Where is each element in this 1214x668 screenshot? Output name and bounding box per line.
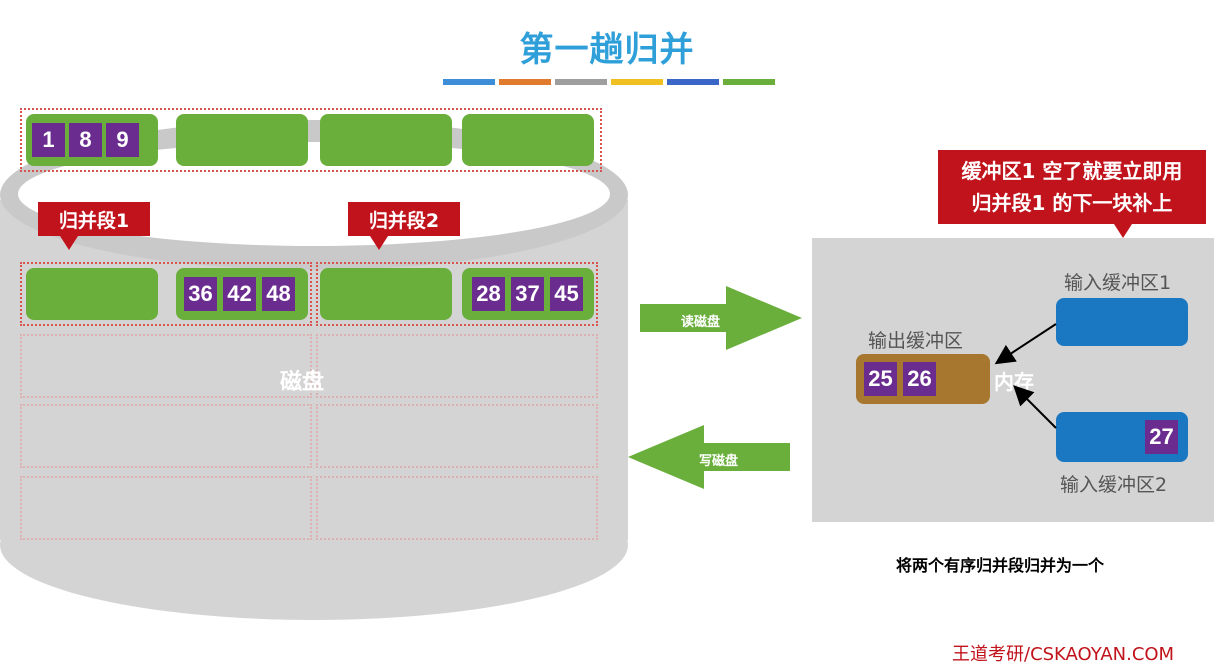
write-disk-label: 写磁盘 xyxy=(699,454,739,469)
input-buffer2-label: 输入缓冲区2 xyxy=(1060,474,1168,496)
refill-callout: 缓冲区1 空了就要立即用 归并段1 的下一块补上 xyxy=(938,150,1206,224)
top-block-3 xyxy=(320,114,452,166)
faded-row xyxy=(316,476,598,540)
faded-row xyxy=(20,404,312,468)
disk-label: 磁盘 xyxy=(280,370,325,395)
segment2-block-b: 28 37 45 xyxy=(462,268,594,320)
diagram-caption: 将两个有序归并段归并为一个 xyxy=(896,556,1105,575)
read-disk-arrow xyxy=(640,286,802,350)
record-cell: 9 xyxy=(106,123,139,157)
segment2-callout: 归并段2 xyxy=(348,202,460,236)
page-title: 第一趟归并 xyxy=(519,30,695,70)
strip-segment xyxy=(443,79,495,85)
strip-segment xyxy=(667,79,719,85)
segment2-label: 归并段2 xyxy=(368,209,440,232)
segment1-label: 归并段1 xyxy=(58,209,130,232)
input-buffer1 xyxy=(1056,298,1188,346)
record-cell: 45 xyxy=(550,277,583,311)
segment1-block-a xyxy=(26,268,158,320)
footer-brand: 王道考研/CSKAOYAN.COM xyxy=(952,644,1175,665)
top-block-2 xyxy=(176,114,308,166)
read-disk-label: 读磁盘 xyxy=(681,315,721,330)
segment1-callout-tail xyxy=(60,236,78,250)
refill-callout-tail xyxy=(1114,224,1132,238)
faded-row xyxy=(316,404,598,468)
strip-segment xyxy=(555,79,607,85)
record-cell: 26 xyxy=(903,362,936,396)
record-cell: 42 xyxy=(223,277,256,311)
record-cell: 25 xyxy=(864,362,897,396)
record-cell: 1 xyxy=(32,123,65,157)
refill-callout-line2: 归并段1 的下一块补上 xyxy=(971,191,1173,215)
segment1-callout: 归并段1 xyxy=(38,202,150,236)
faded-row xyxy=(316,334,598,398)
output-buffer: 25 26 xyxy=(856,354,990,404)
strip-segment xyxy=(499,79,551,85)
output-buffer-label: 输出缓冲区 xyxy=(868,330,964,352)
segment2-callout-tail xyxy=(370,236,388,250)
segment1-block-b: 36 42 48 xyxy=(176,268,308,320)
faded-row xyxy=(20,334,312,398)
strip-segment xyxy=(723,79,775,85)
segment2-block-a xyxy=(320,268,452,320)
record-cell: 36 xyxy=(184,277,217,311)
input-buffer2: 27 xyxy=(1056,412,1188,462)
input-buffer1-label: 输入缓冲区1 xyxy=(1064,272,1172,294)
record-cell: 48 xyxy=(262,277,295,311)
strip-segment xyxy=(611,79,663,85)
record-cell: 27 xyxy=(1145,420,1178,454)
top-block-1: 1 8 9 xyxy=(26,114,158,166)
record-cell: 37 xyxy=(511,277,544,311)
record-cell: 28 xyxy=(472,277,505,311)
faded-row xyxy=(20,476,312,540)
top-block-4 xyxy=(462,114,594,166)
record-cell: 8 xyxy=(69,123,102,157)
merge-arrows xyxy=(994,323,1057,429)
title-color-strip xyxy=(0,79,1214,85)
refill-callout-line1: 缓冲区1 空了就要立即用 xyxy=(961,159,1183,183)
